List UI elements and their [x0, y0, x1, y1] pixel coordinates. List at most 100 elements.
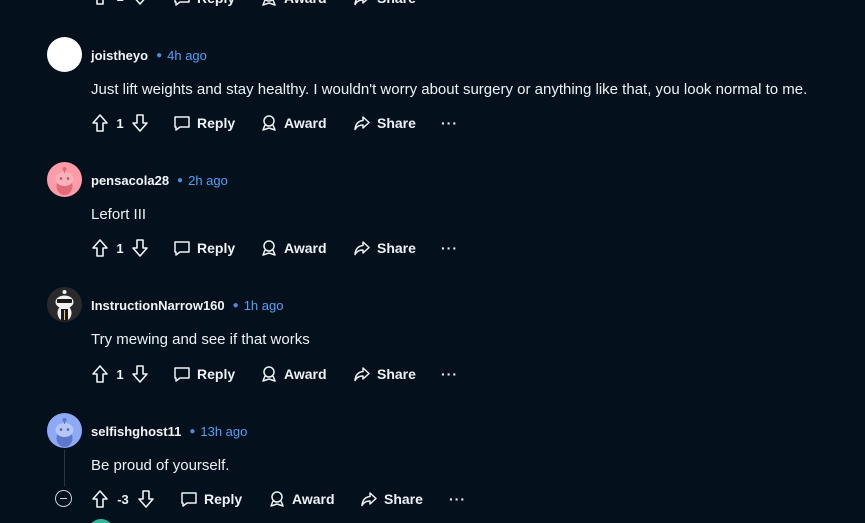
avatar[interactable]: [47, 287, 82, 322]
upvote-icon[interactable]: [91, 0, 109, 6]
separator-dot: ●: [177, 174, 184, 186]
vote-controls: 1: [91, 0, 149, 6]
award-button[interactable]: Award: [260, 111, 327, 135]
downvote-icon[interactable]: [131, 238, 149, 258]
award-button[interactable]: Award: [260, 236, 327, 260]
separator-dot: ●: [189, 425, 196, 437]
reply-icon: [174, 367, 190, 382]
reply-button[interactable]: Reply: [173, 111, 235, 135]
comment-actions-partial: 1 Reply Award Share: [0, 0, 865, 10]
snoo-avatar-icon: [55, 290, 74, 321]
reply-label: Reply: [197, 115, 236, 131]
share-button[interactable]: Share: [353, 236, 416, 260]
comment-actions: -3 Reply Award Share ···: [0, 487, 865, 511]
vote-controls: -3: [91, 489, 155, 509]
comment-thread: 1 Reply Award Share joistheyo ● 4h ago J…: [0, 0, 865, 523]
reply-icon: [174, 116, 190, 131]
award-icon: [262, 366, 276, 382]
award-label: Award: [284, 240, 327, 256]
timestamp[interactable]: 1h ago: [244, 298, 284, 313]
reply-label: Reply: [197, 240, 236, 256]
share-label: Share: [377, 115, 416, 131]
comment-body: Just lift weights and stay healthy. I wo…: [91, 81, 808, 98]
upvote-icon[interactable]: [91, 113, 109, 133]
username[interactable]: joistheyo: [91, 48, 148, 63]
timestamp[interactable]: 13h ago: [200, 424, 247, 439]
downvote-icon[interactable]: [137, 489, 155, 509]
award-button[interactable]: Award: [260, 0, 327, 10]
share-button[interactable]: Share: [360, 487, 423, 511]
share-icon: [354, 116, 370, 131]
reply-label: Reply: [197, 366, 236, 382]
vote-count: 1: [113, 0, 127, 4]
reply-label: Reply: [204, 491, 243, 507]
more-options-button[interactable]: ···: [441, 236, 458, 260]
timestamp[interactable]: 2h ago: [188, 173, 228, 188]
award-icon: [262, 0, 276, 6]
vote-count: 1: [116, 240, 124, 256]
comment-actions: 1 Reply Award Share ···: [0, 362, 865, 386]
upvote-icon[interactable]: [91, 238, 109, 258]
award-icon: [270, 491, 284, 507]
username[interactable]: pensacola28: [91, 173, 169, 188]
comment-actions: 1 Reply Award Share ···: [0, 236, 865, 260]
reply-label: Reply: [197, 0, 235, 6]
share-icon: [361, 492, 377, 507]
separator-dot: ●: [156, 49, 163, 61]
upvote-icon[interactable]: [91, 489, 109, 509]
comment-actions: 1 Reply Award Share ···: [0, 111, 865, 135]
award-label: Award: [284, 0, 327, 6]
reply-button[interactable]: Reply: [180, 487, 242, 511]
award-label: Award: [284, 115, 327, 131]
comment-body: Be proud of yourself.: [91, 457, 230, 474]
downvote-icon[interactable]: [131, 113, 149, 133]
share-icon: [354, 0, 368, 6]
reply-button[interactable]: Reply: [173, 236, 235, 260]
comment-meta: pensacola28 ● 2h ago: [91, 170, 228, 190]
reply-icon: [174, 0, 190, 6]
reply-button[interactable]: Reply: [173, 362, 235, 386]
more-options-button[interactable]: ···: [441, 111, 458, 135]
award-button[interactable]: Award: [260, 362, 327, 386]
username[interactable]: selfishghost11: [91, 424, 181, 439]
separator-dot: ●: [232, 299, 239, 311]
vote-controls: 1: [91, 238, 149, 258]
avatar[interactable]: [47, 37, 82, 72]
share-label: Share: [377, 240, 416, 256]
upvote-icon[interactable]: [91, 364, 109, 384]
share-icon: [354, 241, 370, 256]
reply-icon: [181, 492, 197, 507]
comment-meta: InstructionNarrow160 ● 1h ago: [91, 295, 283, 315]
thread-line[interactable]: [64, 450, 65, 486]
award-icon: [262, 115, 276, 131]
comment-meta: selfishghost11 ● 13h ago: [91, 421, 247, 441]
award-icon: [262, 240, 276, 256]
downvote-icon[interactable]: [131, 0, 149, 6]
vote-controls: 1: [91, 113, 149, 133]
avatar[interactable]: [47, 162, 82, 197]
avatar[interactable]: [47, 413, 82, 448]
comment-body: Try mewing and see if that works: [91, 331, 310, 348]
downvote-icon[interactable]: [131, 364, 149, 384]
timestamp[interactable]: 4h ago: [167, 48, 207, 63]
vote-controls: 1: [91, 364, 149, 384]
snoo-avatar-icon: [55, 418, 74, 447]
more-options-button[interactable]: ···: [441, 362, 458, 386]
comment-meta: joistheyo ● 4h ago: [91, 45, 207, 65]
username[interactable]: InstructionNarrow160: [91, 298, 225, 313]
share-label: Share: [377, 0, 416, 6]
avatar-partial: [88, 519, 114, 523]
award-label: Award: [284, 366, 327, 382]
vote-count: -3: [117, 491, 129, 507]
share-label: Share: [377, 366, 416, 382]
share-button[interactable]: Share: [353, 111, 416, 135]
more-options-button[interactable]: ···: [449, 487, 466, 511]
share-icon: [354, 367, 370, 382]
reply-icon: [174, 241, 190, 256]
reply-button[interactable]: Reply: [173, 0, 235, 10]
share-label: Share: [384, 491, 423, 507]
share-button[interactable]: Share: [353, 362, 416, 386]
vote-count: 1: [116, 366, 124, 382]
share-button[interactable]: Share: [353, 0, 416, 10]
award-button[interactable]: Award: [268, 487, 335, 511]
